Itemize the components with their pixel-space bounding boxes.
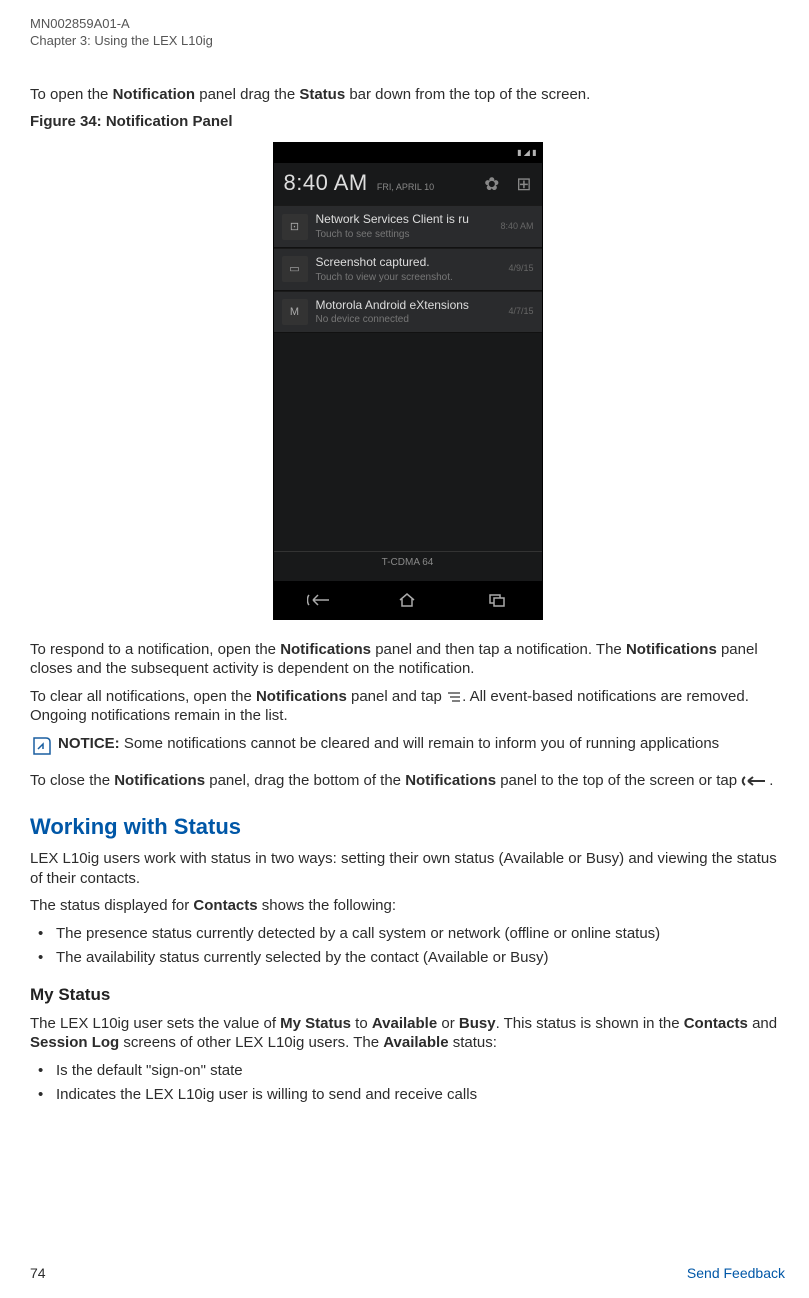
doc-header: MN002859A01-A Chapter 3: Using the LEX L… [30, 16, 785, 50]
page-number: 74 [30, 1264, 46, 1282]
list-item: The availability status currently select… [30, 948, 785, 968]
back-arrow-icon [741, 773, 769, 790]
notice-callout: NOTICE: Some notifications cannot be cle… [30, 734, 785, 764]
status-bullet-list: The presence status currently detected b… [30, 924, 785, 968]
page-footer: 74 Send Feedback [30, 1264, 785, 1282]
notice-body: Some notifications cannot be cleared and… [120, 735, 720, 752]
notification-item: M Motorola Android eXtensions No device … [274, 291, 542, 334]
back-button [293, 590, 343, 610]
chapter-label: Chapter 3: Using the LEX L10ig [30, 33, 785, 50]
phone-status-bar: ▮ ◢ ▮ [274, 143, 542, 163]
home-button [382, 590, 432, 610]
notification-panel-figure: ▮ ◢ ▮ 8:40 AM FRI, APRIL 10 ✿ ⊞ ⊡ Networ… [273, 142, 543, 620]
mystatus-p1: The LEX L10ig user sets the value of My … [30, 1014, 785, 1053]
status-icons: ▮ ◢ ▮ [517, 148, 536, 158]
app-icon: ▭ [282, 256, 308, 282]
notif-title: Network Services Client is ru [316, 212, 495, 228]
notif-date: 8:40 AM [500, 221, 533, 233]
notif-title: Screenshot captured. [316, 255, 503, 271]
my-status-heading: My Status [30, 984, 785, 1006]
notification-item: ▭ Screenshot captured. Touch to view you… [274, 248, 542, 291]
recent-button [472, 590, 522, 610]
clear-all-icon [446, 688, 462, 705]
carrier-label: T-CDMA 64 [274, 551, 542, 569]
clock-date: FRI, APRIL 10 [377, 182, 434, 192]
status-p1: LEX L10ig users work with status in two … [30, 849, 785, 888]
list-item: Indicates the LEX L10ig user is willing … [30, 1085, 785, 1105]
intro-paragraph: To open the Notification panel drag the … [30, 85, 785, 105]
notif-date: 4/9/15 [508, 263, 533, 275]
send-feedback-link[interactable]: Send Feedback [687, 1264, 785, 1282]
grid-icon: ⊞ [516, 174, 531, 194]
notif-subtitle: Touch to see settings [316, 228, 495, 241]
app-icon: ⊡ [282, 214, 308, 240]
notif-subtitle: No device connected [316, 313, 503, 326]
notif-date: 4/7/15 [508, 306, 533, 318]
working-with-status-heading: Working with Status [30, 813, 785, 842]
status-p2: The status displayed for Contacts shows … [30, 896, 785, 916]
notif-subtitle: Touch to view your screenshot. [316, 271, 503, 284]
clear-paragraph: To clear all notifications, open the Not… [30, 687, 785, 726]
time-row: 8:40 AM FRI, APRIL 10 ✿ ⊞ [274, 163, 542, 206]
app-icon: M [282, 299, 308, 325]
list-item: The presence status currently detected b… [30, 924, 785, 944]
clock-time: 8:40 AM [284, 170, 368, 195]
mystatus-bullet-list: Is the default "sign-on" state Indicates… [30, 1061, 785, 1105]
close-paragraph: To close the Notifications panel, drag t… [30, 771, 785, 791]
notice-icon [30, 734, 58, 764]
figure-caption: Figure 34: Notification Panel [30, 112, 785, 132]
gear-icon: ✿ [484, 174, 499, 194]
navigation-bar [274, 581, 542, 619]
list-item: Is the default "sign-on" state [30, 1061, 785, 1081]
notif-title: Motorola Android eXtensions [316, 298, 503, 314]
respond-paragraph: To respond to a notification, open the N… [30, 640, 785, 679]
notification-item: ⊡ Network Services Client is ru Touch to… [274, 205, 542, 248]
notice-label: NOTICE: [58, 735, 120, 752]
doc-id: MN002859A01-A [30, 16, 785, 33]
